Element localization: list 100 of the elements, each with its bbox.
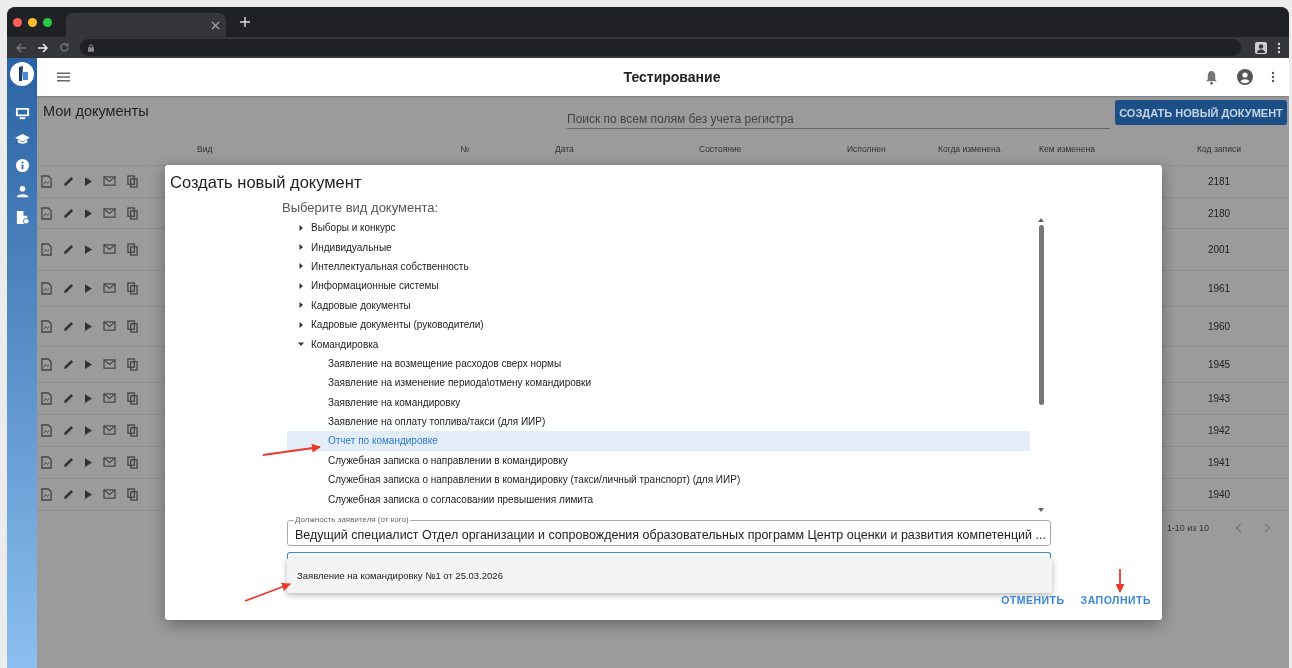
scroll-up-icon[interactable] [1038, 218, 1044, 222]
pencil-icon[interactable] [63, 176, 74, 187]
pencil-icon[interactable] [63, 457, 74, 468]
tree-item[interactable]: Служебная записка о направлении в командировку [287, 450, 1030, 471]
copy-icon[interactable] [127, 243, 138, 256]
mail-icon[interactable] [103, 425, 116, 436]
zoom-window-dot[interactable] [43, 17, 52, 27]
column-header[interactable]: Кем изменена [1039, 143, 1189, 154]
document-icon[interactable] [41, 206, 52, 220]
minimize-window-dot[interactable] [28, 17, 37, 27]
info-icon[interactable] [14, 158, 30, 173]
copy-icon[interactable] [127, 206, 138, 220]
reload-icon[interactable] [59, 42, 70, 53]
graduation-cap-icon[interactable] [14, 132, 30, 147]
mail-icon[interactable] [103, 283, 116, 294]
play-icon[interactable] [85, 208, 92, 218]
dialog-button[interactable]: ЗАПОЛНИТЬ [1077, 590, 1154, 610]
document-icon[interactable] [41, 358, 52, 371]
column-header[interactable]: № [460, 143, 555, 154]
tree-item[interactable]: Кадровые документы [287, 295, 1030, 315]
tree-item[interactable]: Выборы и конкурс [287, 218, 1030, 238]
person-icon[interactable] [14, 184, 30, 199]
tree-item[interactable]: Служебная записка о направлении в командировку (такси/личный транспорт) (для ИИР) [287, 470, 1030, 490]
mail-icon[interactable] [103, 244, 116, 255]
play-icon[interactable] [85, 245, 92, 254]
mail-icon[interactable] [103, 207, 116, 219]
document-icon[interactable] [41, 282, 52, 295]
copy-icon[interactable] [127, 424, 138, 437]
mail-icon[interactable] [103, 393, 116, 404]
copy-icon[interactable] [127, 392, 138, 405]
column-header[interactable]: Состояние [699, 143, 847, 154]
close-icon[interactable] [211, 20, 220, 30]
close-window-dot[interactable] [13, 17, 22, 27]
back-icon[interactable] [15, 41, 27, 54]
tree-item[interactable]: Информационные системы [287, 276, 1030, 296]
document-icon[interactable] [41, 243, 52, 256]
document-icon[interactable] [41, 392, 52, 405]
tree-item[interactable]: Индивидуальные [287, 237, 1030, 257]
tree-item[interactable]: Кадровые документы (руководители) [287, 314, 1030, 335]
more-icon[interactable] [1277, 41, 1281, 54]
menu-icon[interactable] [57, 72, 70, 82]
pencil-icon[interactable] [63, 321, 74, 332]
copy-icon[interactable] [127, 320, 138, 333]
dropdown-option[interactable]: Заявление на командировку №1 от 25.03.2026 [287, 558, 1052, 593]
column-header[interactable]: Вид [197, 143, 460, 154]
column-header[interactable]: Дата [555, 143, 699, 154]
search-field[interactable]: Поиск по всем полям без учета регистра [567, 109, 1110, 129]
play-icon[interactable] [85, 490, 92, 499]
pencil-icon[interactable] [63, 207, 74, 219]
column-header[interactable]: Код записи [1189, 143, 1249, 154]
pencil-icon[interactable] [63, 244, 74, 255]
document-icon[interactable] [41, 320, 52, 333]
mail-icon[interactable] [103, 176, 116, 187]
copy-icon[interactable] [127, 358, 138, 371]
mail-icon[interactable] [103, 321, 116, 332]
play-icon[interactable] [85, 426, 92, 435]
address-field[interactable] [80, 39, 1241, 56]
monitor-icon[interactable] [14, 106, 30, 121]
tree-item[interactable]: Заявление на оплату топлива/такси (для ИИР) [287, 411, 1030, 432]
tree-item[interactable]: Отчет по командировке [287, 431, 1030, 451]
tree-item[interactable]: Заявление на изменение периода\отмену командировки [287, 373, 1030, 393]
play-icon[interactable] [85, 284, 92, 293]
column-header[interactable]: Исполнен [847, 143, 938, 154]
dialog-button[interactable]: ОТМЕНИТЬ [998, 590, 1068, 610]
copy-icon[interactable] [127, 282, 138, 295]
account-icon[interactable] [1237, 69, 1253, 85]
tree-item[interactable]: Заявление на командировку [287, 392, 1030, 412]
document-icon[interactable] [41, 424, 52, 437]
tree-item[interactable]: Командировка [287, 334, 1030, 354]
scrollbar[interactable] [1037, 218, 1045, 512]
forward-icon[interactable] [37, 41, 49, 54]
copy-icon[interactable] [127, 456, 138, 469]
tree-item[interactable]: Служебная записка о согласовании превышения лимита [287, 489, 1030, 509]
pencil-icon[interactable] [63, 489, 74, 500]
mail-icon[interactable] [103, 359, 116, 370]
pencil-icon[interactable] [63, 359, 74, 370]
bell-icon[interactable] [1204, 69, 1219, 85]
play-icon[interactable] [85, 177, 92, 186]
document-icon[interactable] [41, 488, 52, 501]
play-icon[interactable] [85, 394, 92, 403]
copy-icon[interactable] [127, 488, 138, 501]
copy-icon[interactable] [127, 175, 138, 188]
document-settings-icon[interactable] [14, 210, 30, 225]
play-icon[interactable] [85, 360, 92, 369]
mail-icon[interactable] [103, 489, 116, 500]
column-header[interactable]: Когда изменена [938, 143, 1039, 154]
pencil-icon[interactable] [63, 393, 74, 404]
new-tab-icon[interactable] [240, 17, 250, 27]
scroll-down-icon[interactable] [1038, 508, 1044, 512]
play-icon[interactable] [85, 458, 92, 467]
document-icon[interactable] [41, 456, 52, 469]
create-document-button[interactable]: СОЗДАТЬ НОВЫЙ ДОКУМЕНТ [1115, 100, 1287, 125]
document-icon[interactable] [41, 175, 52, 188]
profile-icon[interactable] [1255, 41, 1267, 54]
mail-icon[interactable] [103, 457, 116, 468]
play-icon[interactable] [85, 322, 92, 331]
pencil-icon[interactable] [63, 283, 74, 294]
tree-item[interactable]: Заявление на возмещение расходов сверх нормы [287, 353, 1030, 374]
tree-item[interactable]: Интеллектуальная собственность [287, 256, 1030, 277]
more-icon[interactable] [1271, 71, 1275, 83]
